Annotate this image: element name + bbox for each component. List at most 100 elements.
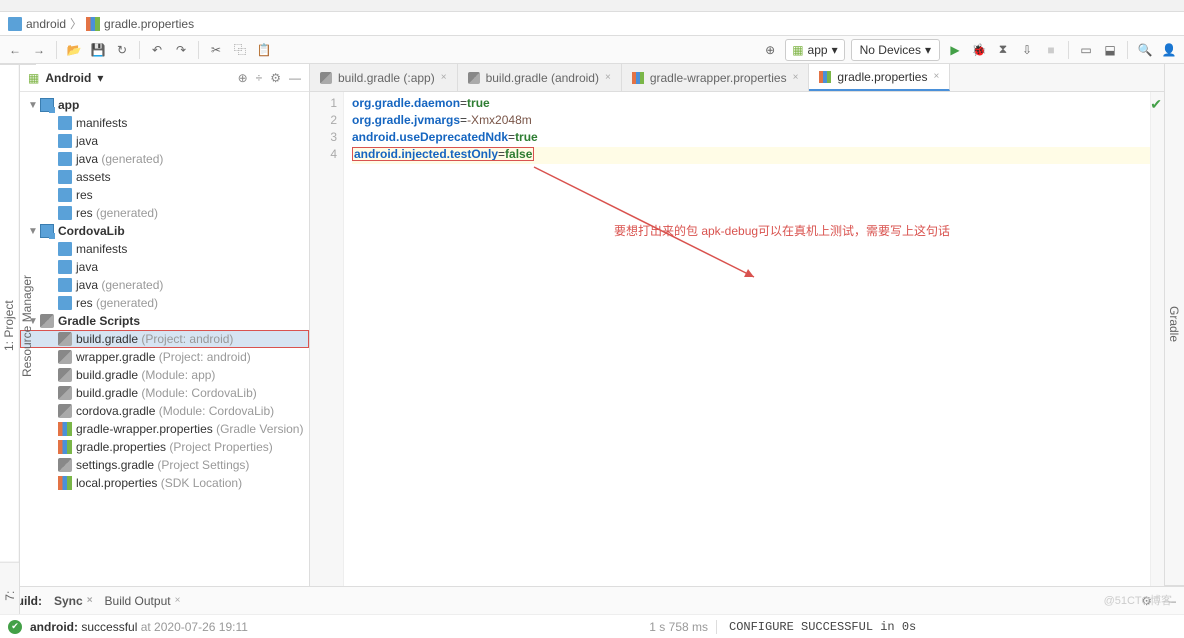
tree-node[interactable]: build.gradle (Module: app) [20, 366, 309, 384]
project-tree[interactable]: ▼appmanifestsjavajava (generated)assetsr… [20, 92, 309, 586]
tree-node[interactable]: java (generated) [20, 150, 309, 168]
user-icon[interactable]: 👤 [1160, 41, 1178, 59]
tree-node[interactable]: wrapper.gradle (Project: android) [20, 348, 309, 366]
separator [198, 41, 199, 59]
close-icon[interactable]: × [175, 595, 181, 606]
tree-node[interactable]: local.properties (SDK Location) [20, 474, 309, 492]
breadcrumb-file[interactable]: gradle.properties [104, 17, 194, 31]
paste-icon[interactable]: 📋 [255, 41, 273, 59]
sync-tab[interactable]: Sync× [54, 594, 93, 608]
target-icon[interactable]: ⊕ [238, 71, 248, 85]
cut-icon[interactable]: ✂ [207, 41, 225, 59]
tree-node[interactable]: java [20, 258, 309, 276]
resource-manager-tab[interactable]: Resource Manager [18, 64, 36, 586]
code-content[interactable]: org.gradle.daemon=trueorg.gradle.jvmargs… [344, 92, 1164, 586]
profile-icon[interactable]: ⧗ [994, 41, 1012, 59]
code-editor[interactable]: 1234 org.gradle.daemon=trueorg.gradle.jv… [310, 92, 1164, 586]
tree-node[interactable]: res (generated) [20, 294, 309, 312]
editor-tab[interactable]: gradle-wrapper.properties× [622, 64, 810, 91]
stop-icon[interactable]: ■ [1042, 41, 1060, 59]
tree-node[interactable]: java [20, 132, 309, 150]
close-icon[interactable]: × [605, 72, 611, 83]
editor-tab[interactable]: build.gradle (:app)× [310, 64, 458, 91]
tree-node[interactable]: build.gradle (Project: android) [20, 330, 309, 348]
properties-icon [86, 17, 100, 31]
build-console[interactable]: CONFIGURE SUCCESSFUL in 0s [716, 620, 1176, 634]
code-line[interactable]: org.gradle.jvmargs=-Xmx2048m [352, 113, 1164, 130]
tree-node[interactable]: ▼CordovaLib [20, 222, 309, 240]
watermark: @51CTO博客 [1104, 592, 1172, 608]
save-icon[interactable]: 💾 [89, 41, 107, 59]
code-line[interactable]: org.gradle.daemon=true [352, 96, 1164, 113]
run-config-selector[interactable]: ▦ app ▾ [785, 39, 844, 61]
build-message[interactable]: android: successful at 2020-07-26 19:11 [30, 620, 641, 634]
close-icon[interactable]: × [441, 72, 447, 83]
tree-node[interactable]: build.gradle (Module: CordovaLib) [20, 384, 309, 402]
gear-icon[interactable]: ⚙ [270, 71, 281, 85]
sync-icon[interactable]: ↻ [113, 41, 131, 59]
structure-tool-tab[interactable]: 7: Structure [0, 562, 19, 628]
tree-node[interactable]: manifests [20, 114, 309, 132]
editor-tab[interactable]: gradle.properties× [809, 64, 950, 91]
copy-icon[interactable]: ⿻ [231, 41, 249, 59]
separator [1068, 41, 1069, 59]
collapse-icon[interactable]: ÷ [256, 71, 263, 85]
separator [1127, 41, 1128, 59]
gradle-tool-tab[interactable]: Gradle [1165, 64, 1183, 586]
chevron-right-icon: 〉 [70, 15, 82, 32]
tree-node[interactable]: ▼Gradle Scripts [20, 312, 309, 330]
build-status: successful [81, 620, 137, 634]
chevron-down-icon[interactable]: ▾ [97, 71, 103, 85]
build-panel-header: Build: Sync× Build Output× ⚙ — [0, 586, 1184, 614]
tree-node[interactable]: res [20, 186, 309, 204]
tree-node[interactable]: manifests [20, 240, 309, 258]
separator [56, 41, 57, 59]
tree-node[interactable]: settings.gradle (Project Settings) [20, 456, 309, 474]
chevron-down-icon: ▾ [832, 43, 838, 57]
menu-bar [0, 0, 1184, 12]
run-icon[interactable]: ▶ [946, 41, 964, 59]
redo-icon[interactable]: ↷ [172, 41, 190, 59]
tree-node[interactable]: cordova.gradle (Module: CordovaLib) [20, 402, 309, 420]
tree-node[interactable]: gradle.properties (Project Properties) [20, 438, 309, 456]
undo-icon[interactable]: ↶ [148, 41, 166, 59]
bottom-tool-strip: 7: Structure [0, 562, 20, 614]
close-icon[interactable]: × [933, 71, 939, 82]
breadcrumb-project[interactable]: android [26, 17, 66, 31]
android-icon: ▦ [792, 43, 803, 57]
chevron-down-icon: ▾ [925, 43, 931, 57]
search-icon[interactable]: 🔍 [1136, 41, 1154, 59]
tree-node[interactable]: ▼app [20, 96, 309, 114]
back-icon[interactable]: ← [6, 41, 24, 59]
left-tool-strip: 1: Project Resource Manager [0, 64, 20, 586]
close-icon[interactable]: × [793, 72, 799, 83]
folder-icon [8, 17, 22, 31]
tree-node[interactable]: res (generated) [20, 204, 309, 222]
tree-node[interactable]: gradle-wrapper.properties (Gradle Versio… [20, 420, 309, 438]
project-tool-tab[interactable]: 1: Project [0, 64, 18, 586]
main-area: 1: Project Resource Manager ▦ Android ▾ … [0, 64, 1184, 586]
main-toolbar: ← → 📂 💾 ↻ ↶ ↷ ✂ ⿻ 📋 ⊕ ▦ app ▾ No Devices… [0, 36, 1184, 64]
build-elapsed: 1 s 758 ms [649, 620, 708, 634]
device-selector[interactable]: No Devices ▾ [851, 39, 940, 61]
tree-node[interactable]: assets [20, 168, 309, 186]
panel-title[interactable]: Android [45, 71, 91, 85]
error-stripe[interactable]: ✔ [1150, 92, 1164, 586]
forward-icon[interactable]: → [30, 41, 48, 59]
debug-icon[interactable]: 🐞 [970, 41, 988, 59]
tree-node[interactable]: java (generated) [20, 276, 309, 294]
avd-icon[interactable]: ▭ [1077, 41, 1095, 59]
hide-icon[interactable]: — [289, 71, 301, 85]
add-config-icon[interactable]: ⊕ [761, 41, 779, 59]
open-icon[interactable]: 📂 [65, 41, 83, 59]
attach-icon[interactable]: ⇩ [1018, 41, 1036, 59]
sdk-icon[interactable]: ⬓ [1101, 41, 1119, 59]
build-content: ✔ android: successful at 2020-07-26 19:1… [0, 614, 1184, 638]
editor-tab[interactable]: build.gradle (android)× [458, 64, 622, 91]
build-output-tab[interactable]: Build Output× [105, 594, 181, 608]
breadcrumb: android 〉 gradle.properties [0, 12, 1184, 36]
code-line[interactable]: android.injected.testOnly=false [352, 147, 1164, 164]
editor-tabs: build.gradle (:app)×build.gradle (androi… [310, 64, 1164, 92]
code-line[interactable]: android.useDeprecatedNdk=true [352, 130, 1164, 147]
close-icon[interactable]: × [87, 595, 93, 606]
